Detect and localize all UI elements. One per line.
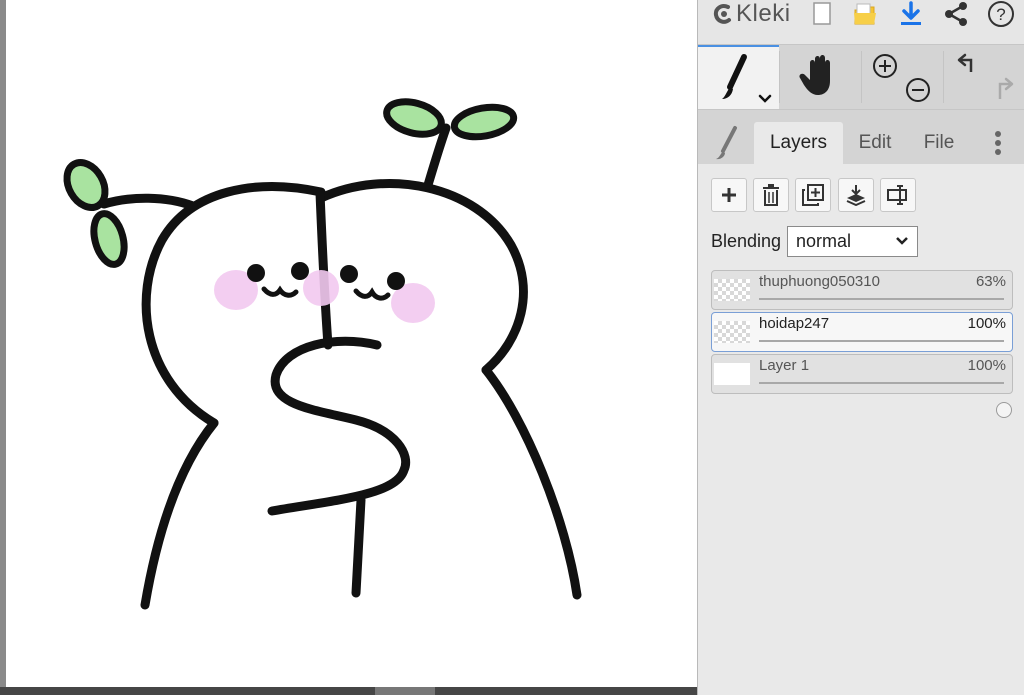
layer-name: thuphuong050310	[759, 273, 880, 290]
tool-row	[698, 44, 1024, 110]
layer-thumbnail	[714, 279, 750, 301]
kleki-logo[interactable]: Kleki	[712, 0, 791, 28]
zoom-out-icon[interactable]	[905, 77, 931, 103]
brush-icon	[716, 126, 737, 160]
layer-opacity-slider[interactable]	[759, 340, 1012, 376]
blending-mode-select[interactable]: normal	[787, 226, 918, 257]
download-button[interactable]	[897, 0, 925, 28]
eye-1	[247, 264, 265, 282]
canvas-area[interactable]	[0, 0, 697, 687]
layer-opacity-slider[interactable]	[759, 382, 1012, 418]
undo-redo-controls	[944, 45, 1024, 109]
mouth-right	[353, 287, 391, 301]
horizontal-scrollbar[interactable]	[0, 687, 697, 695]
delete-layer-button[interactable]	[753, 178, 789, 212]
mouth-left	[261, 285, 299, 298]
top-bar: Kleki ?	[698, 0, 1024, 44]
share-icon	[945, 2, 967, 26]
layer-name: Layer 1	[759, 357, 810, 374]
right-creature-leg	[481, 365, 582, 600]
plus-icon	[722, 188, 736, 202]
layer-name: hoidap247	[759, 315, 830, 332]
layer-opacity-value: 100%	[967, 315, 1006, 332]
help-button[interactable]: ?	[987, 0, 1015, 28]
hand-icon	[799, 55, 830, 95]
side-panel: Kleki ? Layers Edit File Blending normal…	[697, 0, 1024, 695]
new-image-button[interactable]	[808, 0, 836, 28]
open-folder-icon	[854, 3, 876, 25]
app-title: Kleki	[736, 0, 791, 27]
layer-opacity-slider[interactable]	[759, 298, 1004, 334]
layer-item[interactable]: thuphuong050310 63%	[711, 270, 1013, 334]
share-button[interactable]	[942, 0, 970, 28]
tab-brush[interactable]	[698, 122, 754, 164]
zoom-controls	[862, 45, 942, 109]
layer-item[interactable]: Layer 1 100%	[711, 354, 1013, 418]
layer-thumbnail	[714, 321, 750, 343]
layer-thumbnail	[714, 363, 750, 385]
blending-label: Blending	[711, 231, 782, 251]
tab-layers[interactable]: Layers	[754, 122, 843, 164]
left-sprout-stem	[99, 193, 198, 211]
layer-item-selected[interactable]: hoidap247 100%	[711, 312, 1013, 376]
eye-3	[340, 265, 358, 283]
new-image-icon	[813, 2, 831, 25]
more-vertical-icon	[995, 131, 1001, 155]
layers-pane: Blending normal thuphuong050310 63% hoid…	[698, 164, 1024, 695]
redo-icon[interactable]	[988, 77, 1014, 103]
left-sprout-leaf-bottom	[90, 210, 128, 268]
zoom-in-icon[interactable]	[872, 53, 898, 79]
rename-icon	[887, 185, 907, 205]
right-sprout-leaf-left	[383, 98, 445, 138]
merge-down-button[interactable]	[838, 178, 874, 212]
download-icon	[901, 1, 921, 25]
svg-text:?: ?	[996, 5, 1005, 24]
rename-layer-button[interactable]	[880, 178, 916, 212]
panel-tabs: Layers Edit File	[698, 110, 1024, 164]
layer-opacity-value: 100%	[967, 357, 1006, 374]
undo-icon[interactable]	[957, 53, 983, 79]
merge-down-icon	[846, 185, 866, 206]
drawing-artwork	[63, 98, 582, 610]
duplicate-icon	[802, 184, 824, 206]
inner-leg	[351, 495, 366, 598]
blush-left-2	[303, 270, 339, 306]
right-sprout-leaf-right	[450, 103, 518, 141]
drawing-canvas[interactable]	[6, 0, 697, 687]
blending-mode-value: normal	[796, 231, 852, 251]
add-layer-button[interactable]	[711, 178, 747, 212]
tab-file[interactable]: File	[909, 122, 969, 164]
hug-arm	[267, 336, 411, 516]
center-line	[315, 188, 333, 350]
scrollbar-thumb[interactable]	[375, 687, 435, 695]
chevron-down-icon[interactable]	[758, 94, 772, 104]
left-creature-leg	[140, 418, 219, 610]
eye-2	[291, 262, 309, 280]
tab-edit[interactable]: Edit	[847, 122, 903, 164]
eye-4	[387, 272, 405, 290]
help-icon: ?	[988, 1, 1014, 27]
open-file-button[interactable]	[851, 0, 879, 28]
duplicate-layer-button[interactable]	[795, 178, 831, 212]
trash-icon	[763, 184, 779, 206]
kleki-logo-icon	[713, 4, 731, 24]
layer-opacity-value: 63%	[975, 273, 1006, 290]
layer-opacity-knob[interactable]	[996, 402, 1012, 418]
chevron-down-icon	[896, 237, 908, 245]
brush-tool-button[interactable]	[698, 45, 779, 109]
hand-tool-button[interactable]	[780, 45, 860, 109]
more-options-button[interactable]	[984, 122, 1012, 164]
